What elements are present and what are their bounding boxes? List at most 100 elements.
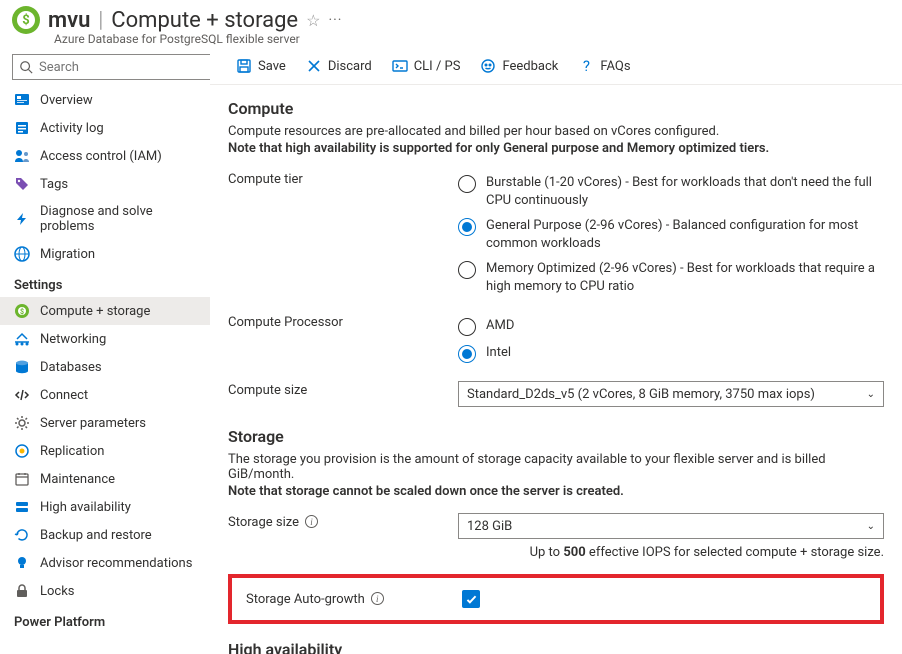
svg-text:$: $ xyxy=(20,308,24,316)
search-icon xyxy=(19,60,33,74)
sidebar-item-label: Networking xyxy=(40,332,106,347)
sidebar-item-migration[interactable]: Migration xyxy=(0,240,210,268)
help-icon: ? xyxy=(578,58,594,74)
storage-description: The storage you provision is the amount … xyxy=(228,452,884,482)
sidebar-item-label: Diagnose and solve problems xyxy=(40,204,200,234)
server-parameters-icon xyxy=(14,415,30,431)
feedback-button[interactable]: Feedback xyxy=(472,54,566,78)
save-icon xyxy=(236,58,252,74)
sidebar-item-label: Databases xyxy=(40,360,102,375)
sidebar-search-input[interactable] xyxy=(12,54,210,80)
sidebar-item-maintenance[interactable]: Maintenance xyxy=(0,465,210,493)
sidebar-item-label: Tags xyxy=(40,177,68,192)
sidebar-item-label: High availability xyxy=(40,500,131,515)
storage-size-label: Storage sizei xyxy=(228,513,458,560)
sidebar-item-label: Advisor recommendations xyxy=(40,556,192,571)
resource-type-subtitle: Azure Database for PostgreSQL flexible s… xyxy=(54,32,890,46)
sidebar-item-label: Server parameters xyxy=(40,416,146,431)
check-icon xyxy=(465,593,478,606)
ha-heading: High availability xyxy=(228,640,884,654)
sidebar-item-label: Compute + storage xyxy=(40,304,150,319)
info-icon[interactable]: i xyxy=(371,592,384,605)
sidebar-item-replication[interactable]: Replication xyxy=(0,437,210,465)
sidebar-item-label: Replication xyxy=(40,444,104,459)
compute-note: Note that high availability is supported… xyxy=(228,141,884,156)
sidebar-item-label: Maintenance xyxy=(40,472,115,487)
chevron-down-icon: ⌄ xyxy=(867,389,875,400)
sidebar-item-diagnose[interactable]: Diagnose and solve problems xyxy=(0,198,210,240)
compute-description: Compute resources are pre-allocated and … xyxy=(228,124,884,139)
tier-option-memory-optimized[interactable]: Memory Optimized (2-96 vCores) - Best fo… xyxy=(458,256,884,299)
compute-processor-label: Compute Processor xyxy=(228,313,458,367)
networking-icon xyxy=(14,331,30,347)
radio-icon xyxy=(458,318,476,336)
sidebar-item-databases[interactable]: Databases xyxy=(0,353,210,381)
page-title: mvu | Compute + storage xyxy=(48,8,298,33)
sidebar-item-activity-log[interactable]: Activity log xyxy=(0,114,210,142)
backup-restore-icon xyxy=(14,527,30,543)
discard-icon xyxy=(306,58,322,74)
sidebar-item-locks[interactable]: Locks xyxy=(0,577,210,605)
sidebar-item-server-parameters[interactable]: Server parameters xyxy=(0,409,210,437)
storage-autogrowth-checkbox[interactable] xyxy=(462,590,480,608)
databases-icon xyxy=(14,359,30,375)
sidebar-item-label: Connect xyxy=(40,388,88,403)
storage-autogrowth-label: Storage Auto-growthi xyxy=(246,590,462,608)
sidebar-item-backup-restore[interactable]: Backup and restore xyxy=(0,521,210,549)
iam-icon xyxy=(14,148,30,164)
sidebar-item-label: Migration xyxy=(40,247,95,262)
sidebar-item-compute-storage[interactable]: $ Compute + storage xyxy=(0,297,210,325)
radio-icon xyxy=(458,345,476,363)
maintenance-icon xyxy=(14,471,30,487)
sidebar-item-label: Locks xyxy=(40,584,75,599)
sidebar-item-high-availability[interactable]: High availability xyxy=(0,493,210,521)
sidebar-section-settings: Settings xyxy=(0,268,210,297)
tier-option-burstable[interactable]: Burstable (1-20 vCores) - Best for workl… xyxy=(458,170,884,213)
radio-icon xyxy=(458,218,476,236)
discard-button[interactable]: Discard xyxy=(298,54,380,78)
feedback-icon xyxy=(480,58,496,74)
cli-button[interactable]: CLI / PS xyxy=(384,54,469,78)
sidebar-item-connect[interactable]: Connect xyxy=(0,381,210,409)
sidebar-item-label: Overview xyxy=(40,93,93,108)
compute-tier-label: Compute tier xyxy=(228,170,458,299)
tier-option-general-purpose[interactable]: General Purpose (2-96 vCores) - Balanced… xyxy=(458,213,884,256)
info-icon[interactable]: i xyxy=(305,515,318,528)
radio-icon xyxy=(458,175,476,193)
favorite-star-icon[interactable]: ☆ xyxy=(306,11,320,30)
migration-icon xyxy=(14,246,30,262)
sidebar-item-label: Activity log xyxy=(40,121,104,136)
chevron-down-icon: ⌄ xyxy=(867,521,875,532)
iops-note: Up to 500 effective IOPS for selected co… xyxy=(458,545,884,560)
compute-size-select[interactable]: Standard_D2ds_v5 (2 vCores, 8 GiB memory… xyxy=(458,381,884,407)
radio-icon xyxy=(458,261,476,279)
connect-icon xyxy=(14,387,30,403)
save-button[interactable]: Save xyxy=(228,54,294,78)
high-availability-icon xyxy=(14,499,30,515)
sidebar-item-overview[interactable]: Overview xyxy=(0,86,210,114)
resource-icon: $ xyxy=(12,6,40,34)
sidebar-item-iam[interactable]: Access control (IAM) xyxy=(0,142,210,170)
replication-icon xyxy=(14,443,30,459)
sidebar-item-networking[interactable]: Networking xyxy=(0,325,210,353)
storage-heading: Storage xyxy=(228,427,884,446)
overview-icon xyxy=(14,92,30,108)
storage-autogrowth-highlight: Storage Auto-growthi xyxy=(228,574,884,624)
processor-option-intel[interactable]: Intel xyxy=(458,340,884,367)
compute-storage-icon: $ xyxy=(14,303,30,319)
sidebar-item-advisor[interactable]: Advisor recommendations xyxy=(0,549,210,577)
compute-size-label: Compute size xyxy=(228,381,458,407)
storage-size-select[interactable]: 128 GiB⌄ xyxy=(458,513,884,539)
tags-icon xyxy=(14,176,30,192)
processor-option-amd[interactable]: AMD xyxy=(458,313,884,340)
storage-note: Note that storage cannot be scaled down … xyxy=(228,484,884,499)
sidebar-item-label: Backup and restore xyxy=(40,528,152,543)
sidebar-item-tags[interactable]: Tags xyxy=(0,170,210,198)
compute-heading: Compute xyxy=(228,99,884,118)
faqs-button[interactable]: ?FAQs xyxy=(570,54,638,78)
cli-icon xyxy=(392,58,408,74)
activity-log-icon xyxy=(14,120,30,136)
more-icon[interactable]: ··· xyxy=(328,12,342,28)
diagnose-icon xyxy=(14,211,30,227)
sidebar-section-power-platform: Power Platform xyxy=(0,605,210,634)
